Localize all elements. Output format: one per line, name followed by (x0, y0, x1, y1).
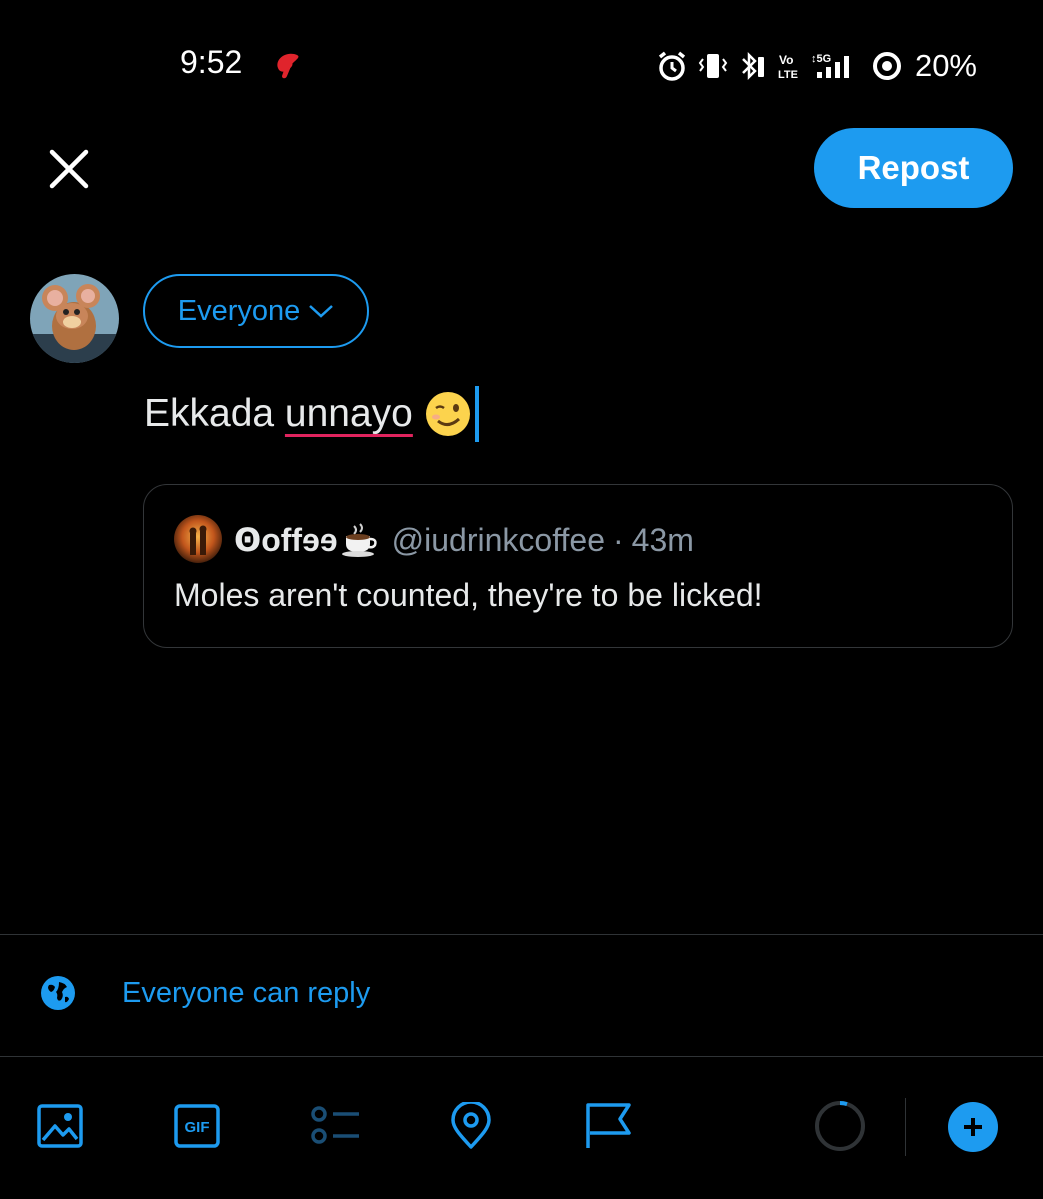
flag-icon (586, 1103, 631, 1148)
add-image-button[interactable] (36, 1102, 84, 1150)
repost-button[interactable]: Repost (814, 128, 1013, 208)
svg-text:LTE: LTE (778, 69, 798, 81)
alarm-icon (658, 51, 686, 81)
close-button[interactable] (42, 142, 96, 196)
reply-setting-label: Everyone can reply (122, 976, 371, 1009)
carrier-logo-icon (277, 53, 299, 79)
quoted-post[interactable]: Ꙩoffɘɘ @iudrinkcoffee · 43m Moles aren't… (143, 484, 1013, 648)
vibrate-icon (698, 54, 728, 78)
quoted-separator: · (613, 521, 624, 558)
coffee-cup-icon (341, 523, 377, 557)
plus-icon (964, 1118, 982, 1136)
add-poll-button[interactable] (309, 1102, 361, 1150)
divider-top (0, 934, 1043, 935)
winking-face-emoji-icon (425, 392, 470, 436)
quoted-avatar-image (174, 515, 222, 563)
signal-5g-icon: ↕5G (811, 53, 849, 78)
close-icon (49, 149, 89, 189)
avatar-image (30, 274, 119, 363)
user-avatar[interactable] (30, 274, 119, 363)
chevron-down-icon (309, 305, 334, 318)
audience-label: Everyone (177, 294, 301, 327)
status-time: 9:52 (180, 44, 243, 80)
location-icon (451, 1102, 491, 1149)
status-bar: 9:52 Vo LTE ↕5G 20% (0, 0, 1043, 130)
svg-text:Vo: Vo (779, 53, 793, 67)
toolbar-separator (905, 1098, 906, 1156)
character-counter (814, 1100, 866, 1152)
quoted-handle: @iudrinkcoffee (391, 521, 605, 558)
volte-icon: Vo LTE (778, 53, 798, 81)
reply-setting-button[interactable]: Everyone can reply (40, 975, 370, 1011)
compose-text-plain: Ekkada (144, 392, 285, 435)
quoted-display-name: Ꙩoffɘɘ (234, 522, 338, 558)
quoted-post-header: Ꙩoffɘɘ @iudrinkcoffee · 43m (234, 521, 694, 559)
quoted-post-text: Moles aren't counted, they're to be lick… (174, 577, 763, 613)
poll-icon (311, 1106, 359, 1144)
status-icons: Vo LTE ↕5G 20% (657, 46, 977, 86)
add-location-button[interactable] (447, 1102, 495, 1150)
bluetooth-icon (742, 51, 764, 81)
divider-bottom (0, 1056, 1043, 1057)
compose-text-misspelled: unnayo (284, 392, 413, 435)
svg-text:↕5G: ↕5G (811, 53, 831, 65)
battery-saver-icon (872, 52, 901, 80)
audience-selector[interactable]: Everyone (143, 274, 369, 348)
add-post-button[interactable] (948, 1102, 998, 1152)
quoted-post-avatar (174, 515, 222, 563)
compose-input[interactable]: Ekkada unnayo (144, 386, 479, 442)
progress-ring-icon (815, 1101, 865, 1151)
compose-screen: 9:52 Vo LTE ↕5G 20% Repost Everyone Ekka… (0, 0, 1043, 1199)
battery-percent: 20% (914, 48, 977, 83)
add-flag-button[interactable] (584, 1102, 632, 1150)
add-gif-button[interactable]: GIF (173, 1102, 221, 1150)
gif-icon-text: GIF (185, 1119, 210, 1136)
globe-icon (41, 976, 75, 1010)
gif-icon: GIF (174, 1104, 220, 1148)
quoted-timestamp: 43m (631, 521, 694, 558)
text-cursor (474, 386, 479, 442)
image-icon (37, 1104, 83, 1148)
